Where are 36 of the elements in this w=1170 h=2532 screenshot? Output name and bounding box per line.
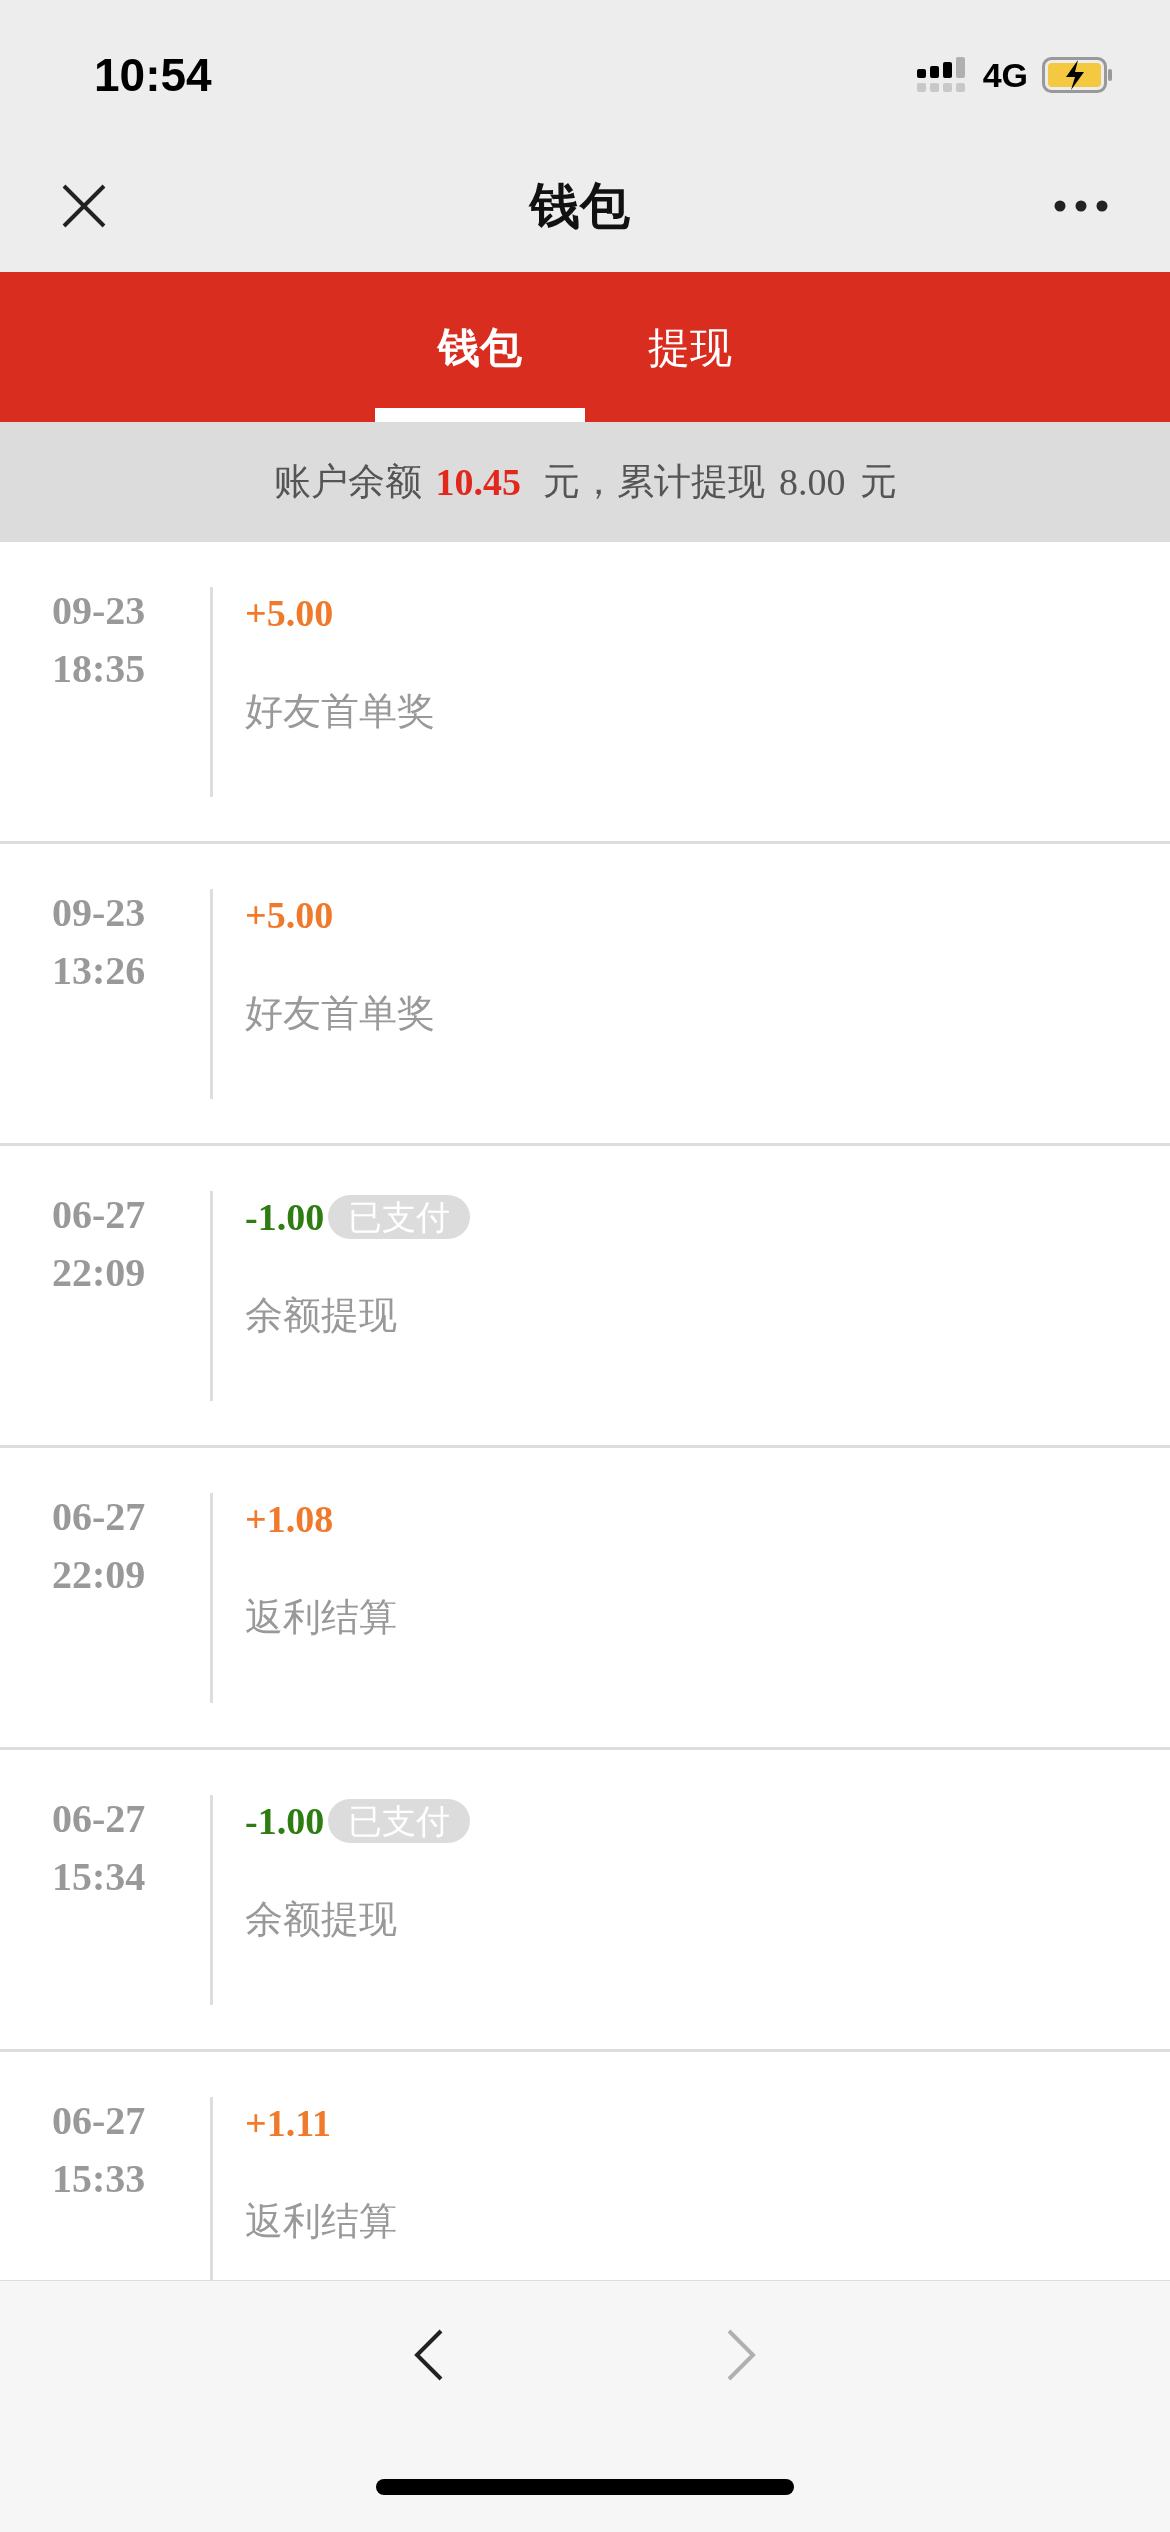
- withdrawn-label: 元，累计提现: [543, 460, 765, 505]
- transaction-description: 好友首单奖: [245, 991, 435, 1036]
- page-title: 钱包: [530, 176, 630, 236]
- transaction-date: 06-27: [52, 2097, 146, 2145]
- status-time: 10:54: [94, 47, 212, 103]
- transaction-time: 15:34: [52, 1853, 146, 1901]
- balance-amount: 10.45: [435, 459, 521, 505]
- currency-unit: 元: [859, 460, 897, 505]
- transaction-description: 返利结算: [245, 1595, 397, 1640]
- transaction-time: 13:26: [52, 947, 146, 995]
- withdrawn-amount: 8.00: [779, 459, 846, 505]
- balance-label: 账户余额: [273, 460, 422, 505]
- transaction-time: 18:35: [52, 645, 146, 693]
- transaction-date: 09-23: [52, 587, 146, 635]
- transaction-amount: -1.00: [245, 1195, 325, 1240]
- transaction-time: 22:09: [52, 1249, 146, 1297]
- transaction-date: 06-27: [52, 1795, 146, 1843]
- transaction-time: 15:33: [52, 2155, 146, 2203]
- tab[interactable]: 提现: [585, 272, 795, 422]
- network-label: 4G: [982, 54, 1028, 96]
- battery-charging-icon: [1042, 57, 1114, 93]
- transaction-date: 09-23: [52, 889, 146, 937]
- transaction-amount: +1.08: [245, 1497, 334, 1542]
- transaction-description: 余额提现: [245, 1897, 397, 1942]
- transaction-amount: +5.00: [245, 893, 334, 938]
- more-icon[interactable]: [1054, 200, 1108, 212]
- transaction-amount: +1.11: [245, 2101, 332, 2146]
- transaction-amount: -1.00: [245, 1799, 325, 1844]
- transaction-description: 好友首单奖: [245, 689, 435, 734]
- transaction-date: 06-27: [52, 1191, 146, 1239]
- transaction-description: 返利结算: [245, 2199, 397, 2244]
- transaction-date: 06-27: [52, 1493, 146, 1541]
- close-icon[interactable]: [62, 184, 106, 228]
- transaction-description: 余额提现: [245, 1293, 397, 1338]
- transaction-time: 22:09: [52, 1551, 146, 1599]
- transaction-amount: +5.00: [245, 591, 334, 636]
